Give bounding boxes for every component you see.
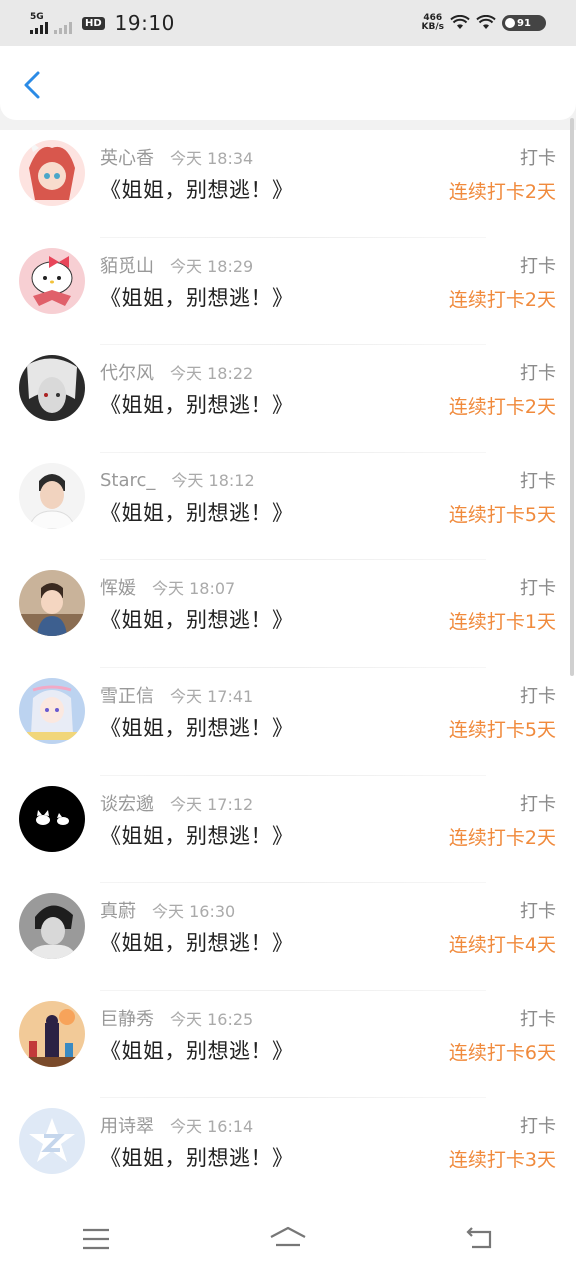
avatar[interactable] [19, 140, 85, 206]
user-name[interactable]: 雪正信 [100, 682, 154, 708]
book-title[interactable]: 《姐姐，别想逃！》 [100, 174, 294, 204]
menu-button[interactable] [66, 1219, 126, 1259]
avatar[interactable] [19, 785, 85, 852]
book-title[interactable]: 《姐姐，别想逃！》 [100, 389, 294, 419]
scrollbar[interactable] [570, 118, 574, 676]
signal-bars-secondary-icon [54, 22, 72, 34]
checkin-tag: 打卡 [520, 363, 556, 385]
checkin-tag: 打卡 [520, 793, 556, 815]
home-icon [270, 1226, 306, 1247]
checkin-tag: 打卡 [520, 255, 556, 277]
list-item[interactable]: 雪正信 今天 17:41 《姐姐，别想逃！》 打卡 连续打卡5天 [0, 668, 576, 776]
user-name[interactable]: 恽媛 [100, 574, 136, 600]
user-name[interactable]: 英心香 [100, 144, 154, 170]
list-item[interactable]: 貊觅山 今天 18:29 《姐姐，别想逃！》 打卡 连续打卡2天 [0, 238, 576, 346]
list-item[interactable]: Starc_ 今天 18:12 《姐姐，别想逃！》 打卡 连续打卡5天 [0, 453, 576, 561]
post-time: 今天 18:29 [170, 256, 254, 276]
list-item[interactable]: 代尔风 今天 18:22 《姐姐，别想逃！》 打卡 连续打卡2天 [0, 345, 576, 453]
wifi-secondary-icon [476, 15, 496, 29]
list-item[interactable]: 真蔚 今天 16:30 《姐姐，别想逃！》 打卡 连续打卡4天 [0, 883, 576, 991]
signal-indicator: 5G [30, 11, 48, 34]
streak-text: 连续打卡2天 [448, 288, 556, 311]
book-title[interactable]: 《姐姐，别想逃！》 [100, 820, 294, 850]
avatar[interactable] [19, 1108, 85, 1175]
checkin-tag: 打卡 [520, 148, 556, 169]
speed-unit: KB/s [421, 22, 444, 32]
user-name[interactable]: 用诗翠 [100, 1112, 154, 1138]
book-title[interactable]: 《姐姐，别想逃！》 [100, 604, 294, 634]
streak-text: 连续打卡2天 [448, 826, 556, 849]
avatar[interactable] [19, 1000, 85, 1067]
checkin-list[interactable]: 英心香 今天 18:34 《姐姐，别想逃！》 打卡 连续打卡2天 貊觅山 今天 … [0, 130, 576, 1198]
book-title[interactable]: 《姐姐，别想逃！》 [100, 497, 294, 527]
post-time: 今天 18:07 [152, 579, 236, 599]
post-time: 今天 18:12 [171, 470, 255, 490]
streak-text: 连续打卡6天 [448, 1041, 556, 1064]
signal-bars-icon [30, 21, 48, 34]
home-button[interactable] [258, 1219, 318, 1259]
list-item[interactable]: 巨静秀 今天 16:25 《姐姐，别想逃！》 打卡 连续打卡6天 [0, 991, 576, 1099]
checkin-tag: 打卡 [520, 901, 556, 923]
list-item[interactable]: 恽媛 今天 18:07 《姐姐，别想逃！》 打卡 连续打卡1天 [0, 560, 576, 668]
streak-text: 连续打卡2天 [448, 181, 556, 203]
avatar[interactable] [19, 893, 85, 960]
checkin-tag: 打卡 [520, 1116, 556, 1138]
chevron-left-icon[interactable] [20, 70, 46, 100]
status-bar: 5G HD 19:10 466 KB/s 91 [0, 0, 576, 46]
post-time: 今天 17:41 [170, 686, 254, 706]
streak-text: 连续打卡3天 [448, 1149, 556, 1172]
battery-level: 91 [517, 17, 531, 29]
book-title[interactable]: 《姐姐，别想逃！》 [100, 282, 294, 312]
avatar[interactable] [19, 677, 85, 744]
avatar[interactable] [19, 247, 85, 314]
user-name[interactable]: 代尔风 [100, 359, 154, 385]
book-title[interactable]: 《姐姐，别想逃！》 [100, 927, 294, 957]
wifi-icon [450, 15, 470, 29]
user-name[interactable]: Starc_ [100, 470, 155, 491]
network-speed: 466 KB/s [422, 14, 444, 32]
avatar[interactable] [19, 570, 85, 637]
list-item[interactable]: 英心香 今天 18:34 《姐姐，别想逃！》 打卡 连续打卡2天 [0, 130, 576, 238]
post-time: 今天 16:30 [152, 902, 236, 922]
book-title[interactable]: 《姐姐，别想逃！》 [100, 1142, 294, 1172]
list-item[interactable]: 用诗翠 今天 16:14 《姐姐，别想逃！》 打卡 连续打卡3天 [0, 1098, 576, 1198]
checkin-tag: 打卡 [520, 470, 556, 492]
checkin-tag: 打卡 [520, 1008, 556, 1030]
post-time: 今天 17:12 [170, 794, 254, 814]
checkin-tag: 打卡 [520, 578, 556, 600]
streak-text: 连续打卡2天 [448, 396, 556, 419]
avatar[interactable] [19, 355, 85, 422]
hd-badge: HD [82, 16, 105, 30]
streak-text: 连续打卡5天 [448, 503, 556, 526]
checkin-tag: 打卡 [520, 685, 556, 707]
avatar[interactable] [19, 462, 85, 529]
list-item[interactable]: 谈宏邈 今天 17:12 《姐姐，别想逃！》 打卡 连续打卡2天 [0, 776, 576, 884]
network-type: 5G [30, 11, 44, 22]
streak-text: 连续打卡4天 [448, 934, 556, 957]
user-name[interactable]: 貊觅山 [100, 252, 154, 278]
book-title[interactable]: 《姐姐，别想逃！》 [100, 712, 294, 742]
post-time: 今天 18:34 [170, 149, 254, 168]
status-time: 19:10 [114, 11, 175, 35]
user-name[interactable]: 谈宏邈 [100, 790, 154, 816]
battery-icon: 91 [502, 15, 546, 31]
system-nav-bar [0, 1198, 576, 1280]
return-icon [466, 1227, 492, 1249]
post-time: 今天 16:25 [170, 1009, 254, 1029]
top-bar [0, 46, 576, 120]
user-name[interactable]: 真蔚 [100, 897, 136, 923]
book-title[interactable]: 《姐姐，别想逃！》 [100, 1035, 294, 1065]
user-name[interactable]: 巨静秀 [100, 1005, 154, 1031]
post-time: 今天 18:22 [170, 364, 254, 384]
streak-text: 连续打卡1天 [448, 611, 556, 634]
menu-icon [83, 1228, 109, 1250]
streak-text: 连续打卡5天 [448, 718, 556, 741]
return-button[interactable] [450, 1219, 510, 1259]
post-time: 今天 16:14 [170, 1117, 254, 1137]
